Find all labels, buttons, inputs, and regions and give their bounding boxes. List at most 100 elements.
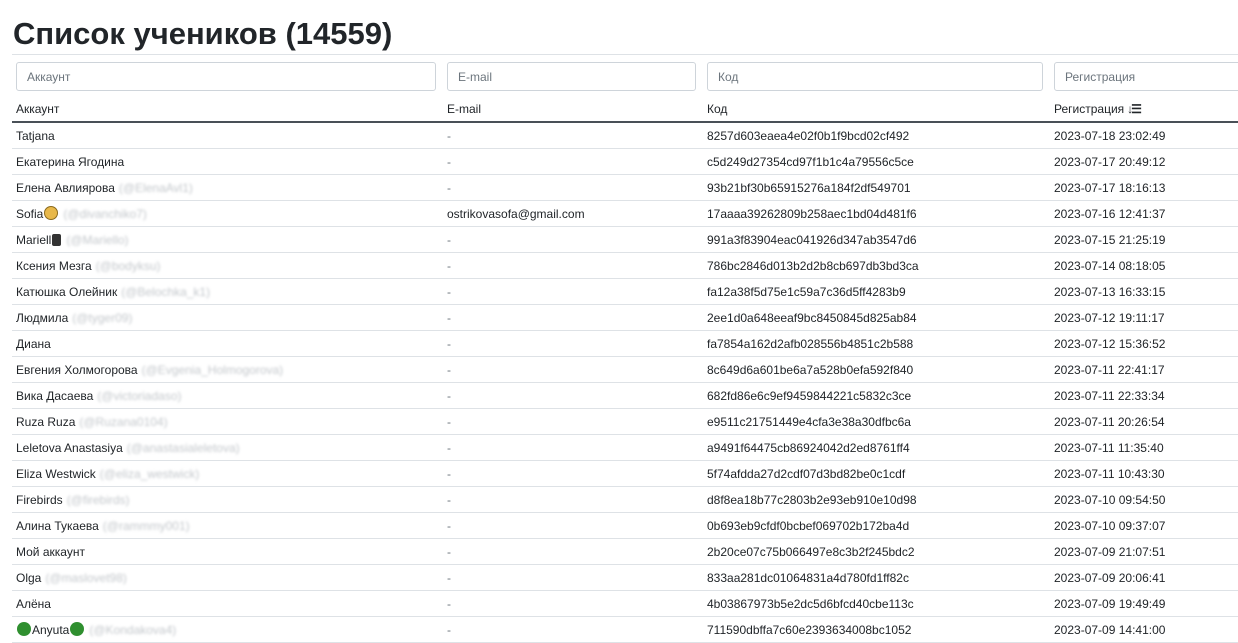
code-cell: 786bc2846d013b2d2b8cb697db3bd3ca (703, 252, 1050, 279)
table-row[interactable]: Елена Авлиярова (@ElenaAvl1) -93b21bf30b65… (12, 174, 1238, 201)
code-cell: 0b693eb9cfdf0bcbef069702b172ba4d (703, 512, 1050, 539)
email-cell: - (443, 382, 703, 409)
account-filter-input[interactable] (16, 62, 436, 91)
account-cell: Ruza Ruza (@Ruzana0104) (12, 408, 443, 435)
email-cell: - (443, 408, 703, 435)
account-name: Евгения Холмогорова (16, 362, 138, 377)
account-name: Sofia (16, 207, 44, 221)
registration-cell: 2023-07-11 11:35:40 (1050, 434, 1238, 461)
email-cell: - (443, 278, 703, 305)
table-row[interactable]: Ксения Мезга (@bodyksu) -786bc2846d013b2d2… (12, 252, 1238, 279)
account-name: Anyuta (32, 623, 70, 637)
code-cell: e9511c21751449e4cfa3e38a30dfbc6a (703, 408, 1050, 435)
column-header-email[interactable]: E-mail (443, 96, 703, 123)
table-row[interactable]: Алина Тукаева (@rammmy001) -0b693eb9cfdf0b… (12, 512, 1238, 539)
email-filter-input[interactable] (447, 62, 696, 91)
account-cell: Anyuta (@Kondakova4) (12, 616, 443, 643)
code-cell: 93b21bf30b65915276a184f2df549701 (703, 174, 1050, 201)
code-filter-input[interactable] (707, 62, 1043, 91)
account-cell: Ксения Мезга (@bodyksu) (12, 252, 443, 279)
registration-cell: 2023-07-17 20:49:12 (1050, 148, 1238, 175)
registration-cell: 2023-07-10 09:37:07 (1050, 512, 1238, 539)
code-cell: 8257d603eaea4e02f0b1f9bcd02cf492 (703, 122, 1050, 149)
column-header-label: Регистрация (1054, 101, 1125, 116)
account-name: Ruza Ruza (16, 414, 76, 429)
email-cell: - (443, 122, 703, 149)
account-name: Диана (16, 336, 51, 351)
account-cell: Firebirds (@firebirds) (12, 486, 443, 513)
title-divider (12, 54, 1238, 55)
registration-cell: 2023-07-11 20:26:54 (1050, 408, 1238, 435)
table-row[interactable]: Mariell (@Mariello) -991a3f83904eac041926d… (12, 226, 1238, 253)
table-row[interactable]: Leletova Anastasiya (@anastasialeletova) -… (12, 434, 1238, 461)
table-row[interactable]: Anyuta (@Kondakova4) -711590dbffa7c60e2393… (12, 616, 1238, 643)
email-cell: - (443, 434, 703, 461)
registration-cell: 2023-07-12 19:11:17 (1050, 304, 1238, 331)
table-body: Tatjana -8257d603eaea4e02f0b1f9bcd02cf492… (12, 122, 1238, 643)
table-row[interactable]: Диана - fa7854a162d2afb028556b4851c2b588 20… (12, 330, 1238, 357)
column-header-label: Аккаунт (16, 101, 60, 116)
column-header-account[interactable]: Аккаунт (12, 96, 443, 123)
account-cell: Olga (@maslovet98) (12, 564, 443, 591)
note-emoji-icon (52, 233, 62, 246)
registration-filter-input[interactable] (1054, 62, 1238, 91)
account-name: Mariell (16, 232, 52, 247)
table-row[interactable]: Екатерина Ягодина - c5d249d27354cd97f1b1c4… (12, 148, 1238, 175)
code-cell: d8f8ea18b77c2803b2e93eb910e10d98 (703, 486, 1050, 513)
column-header-registration[interactable]: Регистрация ↓☰ (1050, 96, 1238, 123)
account-handle: (@Mariello) (66, 232, 129, 247)
table-row[interactable]: Евгения Холмогорова (@Evgenia_Holmogorova… (12, 356, 1238, 383)
registration-cell: 2023-07-11 10:43:30 (1050, 460, 1238, 487)
face-emoji-icon (44, 206, 59, 220)
table-row[interactable]: Olga (@maslovet98) -833aa281dc01064831a4d7… (12, 564, 1238, 591)
registration-cell: 2023-07-11 22:33:34 (1050, 382, 1238, 409)
table-row[interactable]: Мой аккаунт -2b20ce07c75b066497e8c3b2f245… (12, 538, 1238, 565)
account-name: Eliza Westwick (16, 466, 96, 481)
table-row[interactable]: Ruza Ruza (@Ruzana0104) - e9511c21751449e4c… (12, 408, 1238, 435)
registration-cell: 2023-07-10 09:54:50 (1050, 486, 1238, 513)
table-row[interactable]: Sofia (@divanchiko7) ostrikovasofa@gmail.c… (12, 200, 1238, 227)
code-cell: 2ee1d0a648eeaf9bc8450845d825ab84 (703, 304, 1050, 331)
account-handle: (@tyger09) (72, 310, 133, 325)
account-handle: (@bodyksu) (95, 258, 161, 273)
account-cell: Елена Авлиярова (@ElenaAvl1) (12, 174, 443, 201)
table-row[interactable]: Tatjana -8257d603eaea4e02f0b1f9bcd02cf492… (12, 122, 1238, 149)
registration-cell: 2023-07-12 15:36:52 (1050, 330, 1238, 357)
table-row[interactable]: Firebirds (@firebirds) - d8f8ea18b77c2803b2… (12, 486, 1238, 513)
table-row[interactable]: Людмила (@tyger09) -2ee1d0a648eeaf9bc84508… (12, 304, 1238, 331)
code-cell: fa12a38f5d75e1c59a7c36d5ff4283b9 (703, 278, 1050, 305)
email-cell: - (443, 538, 703, 565)
email-cell: - (443, 460, 703, 487)
registration-cell: 2023-07-09 21:07:51 (1050, 538, 1238, 565)
registration-cell: 2023-07-13 16:33:15 (1050, 278, 1238, 305)
registration-cell: 2023-07-17 18:16:13 (1050, 174, 1238, 201)
sort-descending-icon[interactable]: ↓☰ (1127, 102, 1142, 116)
code-cell: 682fd86e6c9ef9459844221c5832c3ce (703, 382, 1050, 409)
code-cell: a9491f64475cb86924042d2ed8761ff4 (703, 434, 1050, 461)
email-cell: - (443, 304, 703, 331)
account-handle: (@victoriadaso) (97, 388, 182, 403)
registration-cell: 2023-07-15 21:25:19 (1050, 226, 1238, 253)
registration-cell: 2023-07-14 08:18:05 (1050, 252, 1238, 279)
email-cell: - (443, 486, 703, 513)
account-handle: (@Belochka_k1) (121, 284, 211, 299)
code-cell: 2b20ce07c75b066497e8c3b2f245bdc2 (703, 538, 1050, 565)
column-header-code[interactable]: Код (703, 96, 1050, 123)
page-title: Список учеников (14559) (13, 16, 393, 51)
email-cell: - (443, 564, 703, 591)
account-name: Мой аккаунт (16, 544, 85, 559)
account-name: Tatjana (16, 128, 55, 143)
account-cell: Tatjana (12, 122, 443, 149)
account-handle: (@ElenaAvl1) (118, 180, 193, 195)
table-row[interactable]: Eliza Westwick (@eliza_westwick) -5f74afdd… (12, 460, 1238, 487)
registration-cell: 2023-07-11 22:41:17 (1050, 356, 1238, 383)
account-cell: Алина Тукаева (@rammmy001) (12, 512, 443, 539)
table-row[interactable]: Вика Дасаева (@victoriadaso) -682fd86e6c9e… (12, 382, 1238, 409)
account-name: Алина Тукаева (16, 518, 99, 533)
code-cell: 833aa281dc01064831a4d780fd1ff82c (703, 564, 1050, 591)
code-cell: 991a3f83904eac041926d347ab3547d6 (703, 226, 1050, 253)
email-cell: - (443, 174, 703, 201)
table-row[interactable]: Катюшка Олейник (@Belochka_k1) - fa12a38f5d… (12, 278, 1238, 305)
account-cell: Людмила (@tyger09) (12, 304, 443, 331)
table-row[interactable]: Алёна -4b03867973b5e2dc5d6bfcd40cbe113c 20… (12, 590, 1238, 617)
